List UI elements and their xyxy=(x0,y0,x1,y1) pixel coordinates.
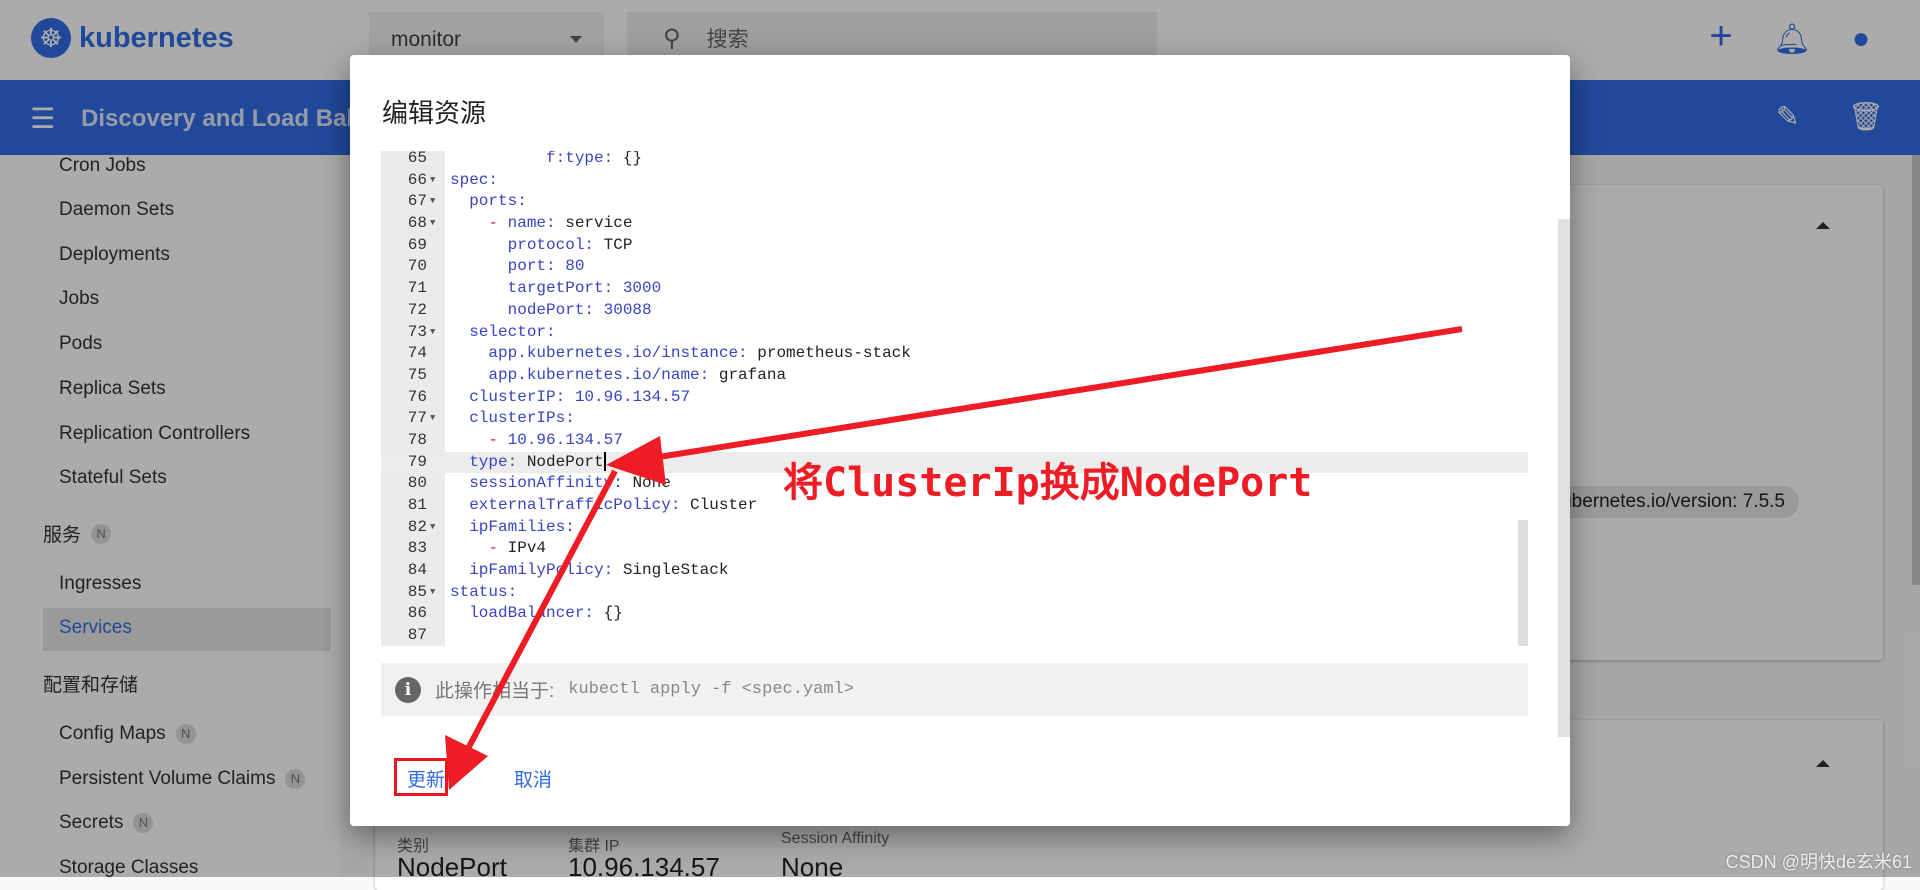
arrow-head-to-update xyxy=(445,735,488,790)
arrow-line-to-update xyxy=(459,469,618,762)
watermark: CSDN @明快de玄米61 xyxy=(1725,852,1912,872)
annotation-arrows xyxy=(445,326,1463,790)
annotation-text: 将ClusterIp换成NodePort xyxy=(783,460,1313,506)
arrow-head-to-type xyxy=(606,436,666,485)
arrow-line-to-type xyxy=(639,326,1463,463)
